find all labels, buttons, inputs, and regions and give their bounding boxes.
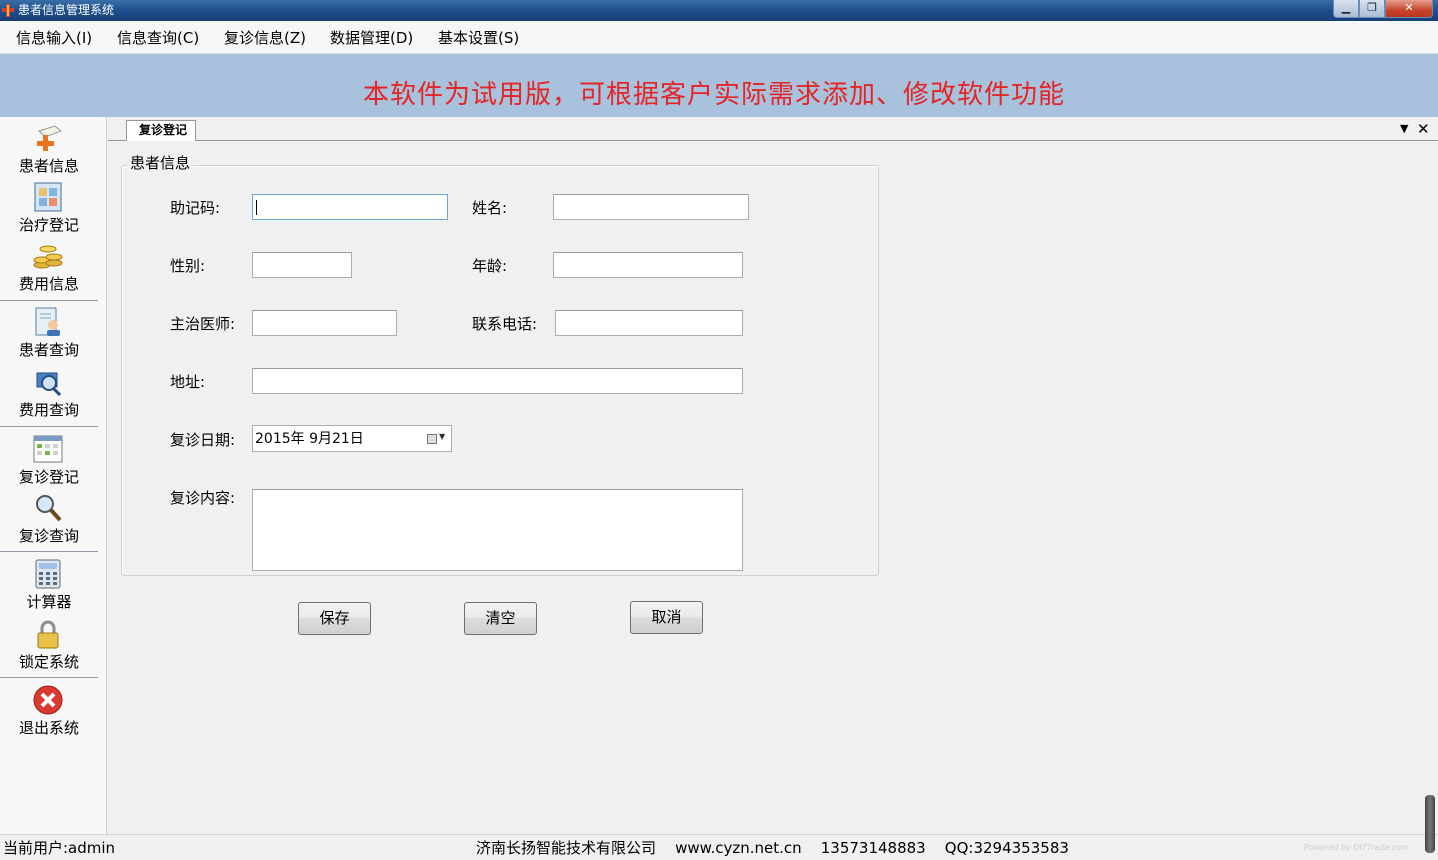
clear-button[interactable]: 清空 (464, 602, 537, 635)
sidebar-item-lock-system[interactable]: 锁定系统 (0, 617, 98, 673)
sidebar-item-patient-info[interactable]: 患者信息 (0, 121, 98, 177)
company-info-status: 济南长扬智能技术有限公司 www.cyzn.net.cn 13573148883… (476, 839, 1069, 857)
sidebar-item-label: 患者信息 (18, 157, 79, 175)
title-bar: 患者信息管理系统 ▁ ❐ ✕ (0, 0, 1438, 21)
text-caret (256, 200, 257, 215)
patient-search-icon (35, 307, 60, 336)
fee-search-icon (36, 372, 62, 397)
mnemonic-label: 助记码: (170, 199, 221, 217)
sidebar-item-revisit-query[interactable]: 复诊查询 (0, 491, 98, 547)
magnifier-icon (36, 495, 62, 522)
sidebar-item-label: 费用查询 (18, 401, 79, 419)
close-window-button[interactable]: ✕ (1385, 0, 1433, 18)
sidebar-item-label: 计算器 (26, 593, 72, 611)
name-label: 姓名: (472, 199, 508, 217)
sidebar-item-label: 费用信息 (18, 275, 79, 293)
age-label: 年龄: (472, 257, 508, 275)
current-user-status: 当前用户:admin (3, 839, 116, 857)
revisit-content-label: 复诊内容: (170, 489, 236, 507)
revisit-date-picker[interactable]: 2015年 9月21日 ▼ (252, 425, 452, 452)
sidebar-item-calculator[interactable]: 计算器 (0, 557, 98, 613)
sidebar-divider (0, 551, 98, 552)
gender-label: 性别: (170, 257, 206, 275)
sidebar-item-label: 治疗登记 (18, 216, 79, 234)
menu-revisit-info[interactable]: 复诊信息(Z) (224, 29, 306, 47)
sidebar-divider (0, 677, 98, 678)
menu-info-input[interactable]: 信息输入(I) (16, 29, 92, 47)
revisit-date-value: 2015年 9月21日 (255, 431, 364, 447)
sidebar-item-revisit-register[interactable]: 复诊登记 (0, 432, 98, 488)
minimize-button[interactable]: ▁ (1333, 0, 1359, 18)
calendar-dropdown-icon[interactable] (427, 434, 437, 444)
tab-list-dropdown-icon[interactable]: ▼ (1400, 122, 1408, 135)
sidebar-item-patient-query[interactable]: 患者查询 (0, 305, 98, 361)
lock-icon (37, 620, 59, 649)
tab-strip (108, 117, 1438, 141)
address-input[interactable] (252, 368, 743, 394)
address-label: 地址: (170, 373, 206, 391)
phone-input[interactable] (555, 310, 743, 336)
menu-data-management[interactable]: 数据管理(D) (330, 29, 413, 47)
window-title: 患者信息管理系统 (18, 3, 115, 17)
sidebar-item-label: 复诊登记 (18, 468, 79, 486)
sidebar-item-fee-query[interactable]: 费用查询 (0, 365, 98, 421)
gender-input[interactable] (252, 252, 352, 278)
patient-add-icon (37, 125, 62, 151)
mnemonic-input[interactable] (252, 194, 448, 220)
age-input[interactable] (553, 252, 743, 278)
trial-banner: 本软件为试用版，可根据客户实际需求添加、修改软件功能 (0, 54, 1438, 117)
group-title: 患者信息 (127, 153, 194, 173)
exit-icon (33, 685, 63, 715)
sidebar-item-label: 退出系统 (18, 719, 79, 737)
watermark-text: Powered by DIYTrade.com (1304, 843, 1409, 852)
sidebar-item-fee-info[interactable]: 费用信息 (0, 239, 98, 295)
maximize-button[interactable]: ❐ (1359, 0, 1385, 18)
menu-bar: 信息输入(I) 信息查询(C) 复诊信息(Z) 数据管理(D) 基本设置(S) (0, 21, 1438, 54)
sidebar-item-label: 患者查询 (18, 341, 79, 359)
calendar-icon (33, 435, 63, 463)
coins-icon (33, 245, 63, 269)
phone-label: 联系电话: (472, 315, 538, 333)
treatment-register-icon (34, 182, 62, 212)
sidebar-divider (0, 426, 98, 427)
revisit-content-textarea[interactable] (252, 489, 743, 571)
sidebar-item-exit-system[interactable]: 退出系统 (0, 683, 98, 739)
trial-banner-text: 本软件为试用版，可根据客户实际需求添加、修改软件功能 (362, 80, 1065, 110)
chevron-down-icon[interactable]: ▼ (439, 432, 445, 441)
doctor-label: 主治医师: (170, 315, 236, 333)
sidebar-divider (0, 300, 98, 301)
tab-close-icon[interactable]: ✕ (1417, 120, 1430, 138)
menu-basic-settings[interactable]: 基本设置(S) (438, 29, 519, 47)
calculator-icon (35, 559, 61, 589)
tab-revisit-register[interactable]: 复诊登记 (126, 120, 196, 141)
doctor-input[interactable] (252, 310, 397, 336)
status-bar: 当前用户:admin 济南长扬智能技术有限公司 www.cyzn.net.cn … (0, 834, 1438, 860)
app-icon (2, 4, 14, 17)
sidebar-item-label: 复诊查询 (18, 527, 79, 545)
resize-grip[interactable] (1425, 795, 1435, 853)
sidebar: 患者信息 治疗登记 费用信息 患者查询 费用查询 复诊登记 复诊查询 计算器 锁… (0, 117, 107, 834)
sidebar-item-label: 锁定系统 (18, 653, 79, 671)
name-input[interactable] (553, 194, 749, 220)
save-button[interactable]: 保存 (298, 602, 371, 635)
cancel-button[interactable]: 取消 (630, 601, 703, 634)
sidebar-item-treatment-register[interactable]: 治疗登记 (0, 180, 98, 236)
revisit-date-label: 复诊日期: (170, 431, 236, 449)
menu-info-query[interactable]: 信息查询(C) (117, 29, 199, 47)
